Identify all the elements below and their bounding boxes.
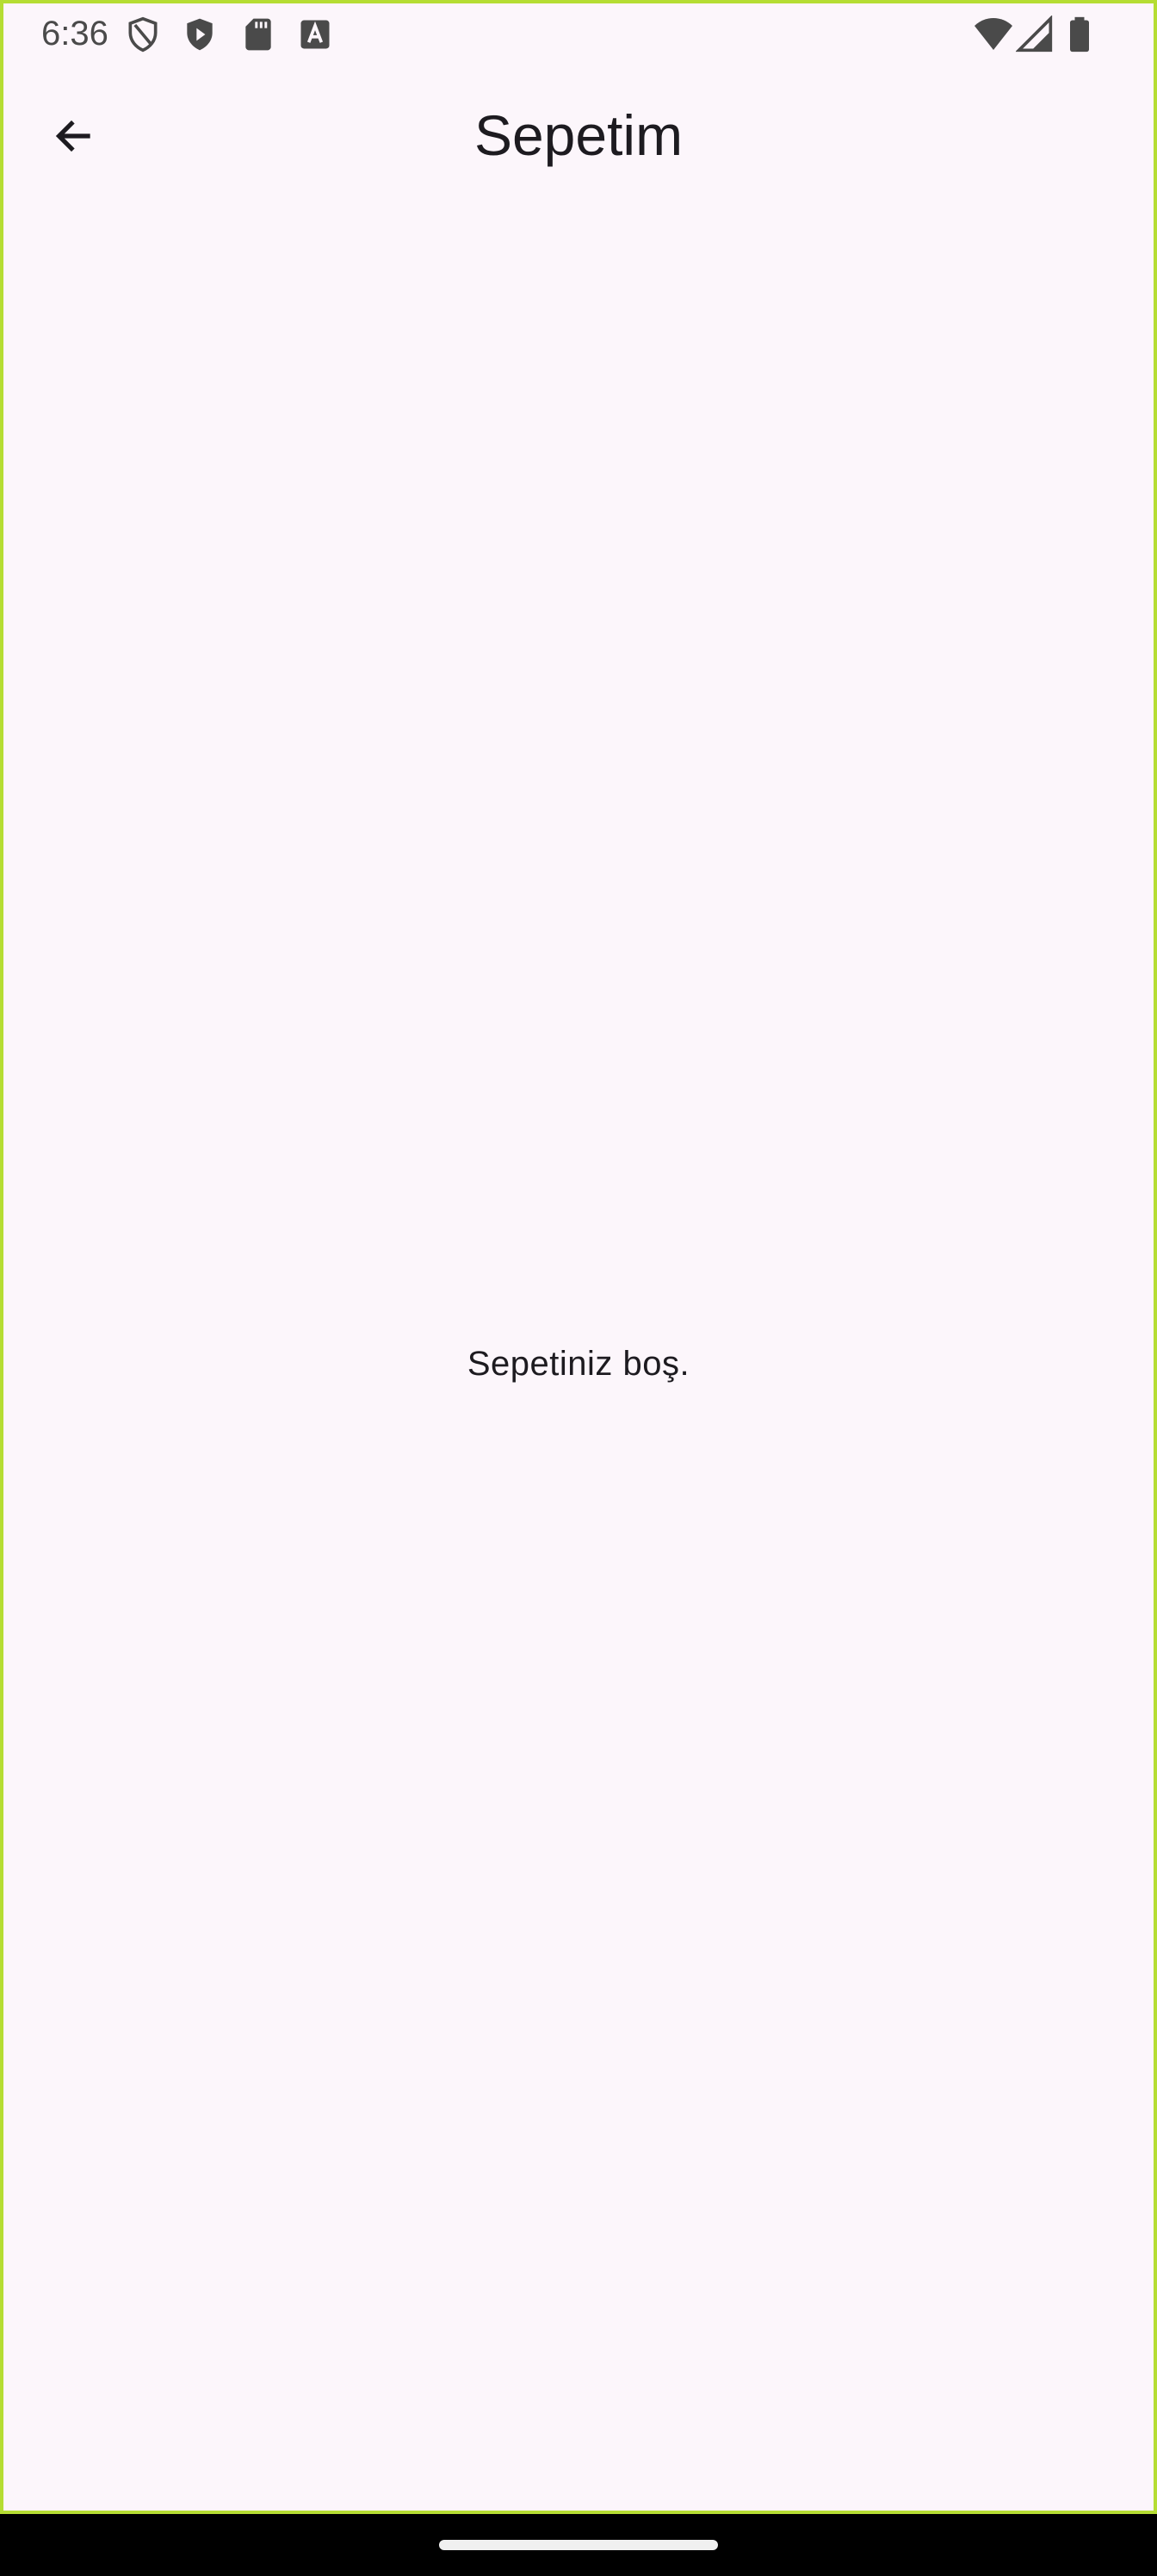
- wifi-icon: [973, 15, 1012, 53]
- signal-icon: [1015, 15, 1054, 53]
- shield-outline-icon: [124, 15, 162, 53]
- system-navigation-bar: [0, 2514, 1157, 2576]
- status-bar: 6:36: [3, 3, 1154, 64]
- empty-cart-message: Sepetiniz boş.: [467, 1345, 690, 1383]
- battery-icon: [1061, 15, 1098, 53]
- status-time: 6:36: [41, 15, 108, 53]
- play-protect-icon: [181, 15, 219, 53]
- text-a-icon: [296, 15, 334, 53]
- app-bar: Sepetim: [3, 81, 1154, 193]
- app-screen: 6:36 Sepetim Sepetiniz boş.: [0, 0, 1157, 2514]
- sd-card-icon: [239, 15, 277, 53]
- home-gesture-handle[interactable]: [439, 2540, 718, 2550]
- page-title: Sepetim: [473, 103, 684, 167]
